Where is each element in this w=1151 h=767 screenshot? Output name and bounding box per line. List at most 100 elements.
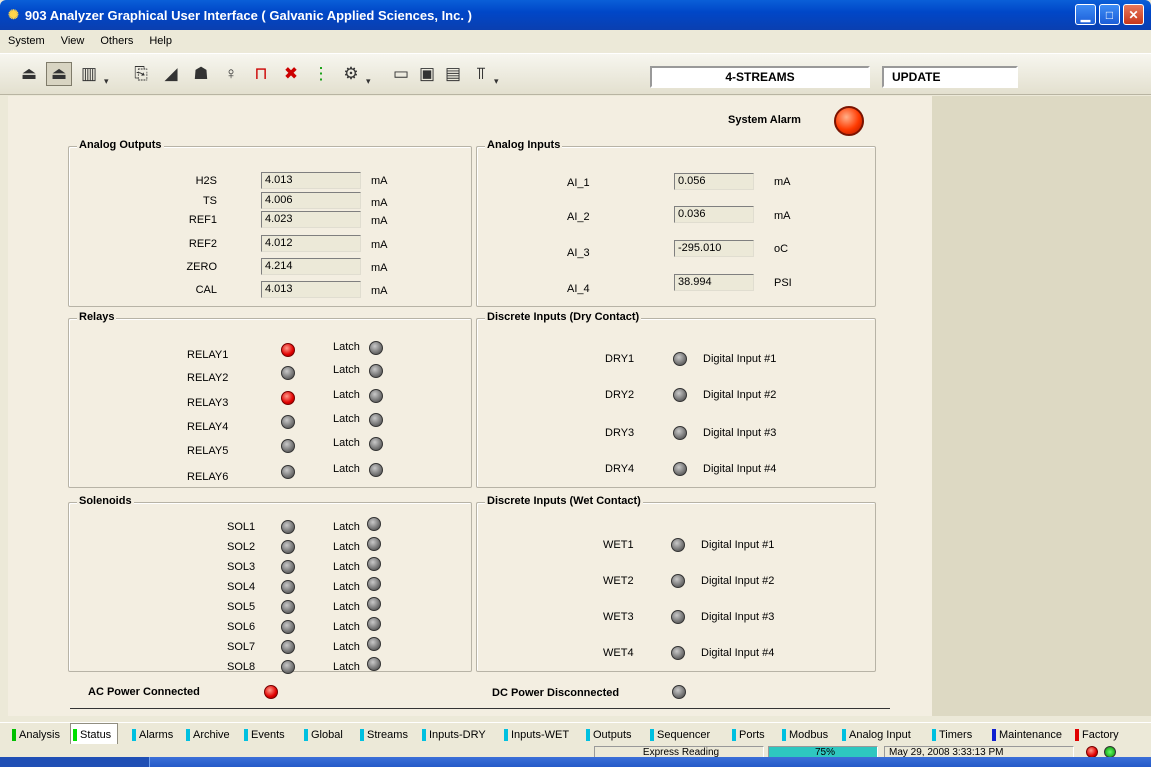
- save-icon[interactable]: ▣: [414, 62, 440, 86]
- relay-indicator: [281, 439, 295, 453]
- dry-input-indicator: [673, 426, 687, 440]
- latch-toggle[interactable]: [367, 537, 381, 551]
- menu-others[interactable]: Others: [98, 34, 135, 48]
- latch-toggle[interactable]: [367, 577, 381, 591]
- relay-name: RELAY6: [187, 471, 229, 483]
- minimize-button[interactable]: ▁: [1075, 4, 1096, 25]
- tab-color-marker: [842, 728, 846, 741]
- tab-label: Modbus: [789, 728, 829, 741]
- tab-alarms[interactable]: Alarms: [130, 725, 173, 744]
- tab-label: Factory: [1082, 728, 1119, 741]
- analog-outputs-group: Analog Outputs H2S 4.013 mA TS 4.006 mA …: [68, 139, 472, 307]
- analog-output-value: 4.023: [261, 211, 361, 228]
- tab-color-marker: [186, 728, 190, 741]
- latch-toggle[interactable]: [367, 557, 381, 571]
- analyzer-icon[interactable]: ⏏: [16, 62, 42, 86]
- toolbar-overflow-icon-2[interactable]: ▾: [366, 76, 371, 87]
- latch-toggle[interactable]: [367, 617, 381, 631]
- tab-analog-input[interactable]: Analog Input: [840, 725, 911, 744]
- latch-toggle[interactable]: [369, 341, 383, 355]
- tab-label: Inputs-WET: [511, 728, 570, 741]
- service-icon[interactable]: ⚙: [338, 62, 364, 86]
- latch-toggle[interactable]: [369, 389, 383, 403]
- maximize-button[interactable]: □: [1099, 4, 1120, 25]
- latch-toggle[interactable]: [369, 364, 383, 378]
- ac-power-indicator: [264, 685, 278, 699]
- tab-sequencer[interactable]: Sequencer: [648, 725, 710, 744]
- tab-archive[interactable]: Archive: [184, 725, 230, 744]
- analog-output-name: H2S: [195, 175, 217, 187]
- latch-toggle[interactable]: [367, 637, 381, 651]
- tab-color-marker: [992, 728, 996, 741]
- latch-label: Latch: [333, 389, 360, 401]
- users-icon[interactable]: ☗: [188, 62, 214, 86]
- analog-input-value: 0.036: [674, 206, 754, 223]
- latch-label: Latch: [333, 437, 360, 449]
- tab-streams[interactable]: Streams: [358, 725, 408, 744]
- wet-input-desc: Digital Input #3: [701, 611, 775, 623]
- tab-analysis[interactable]: Analysis: [10, 725, 60, 744]
- menu-help[interactable]: Help: [147, 34, 174, 48]
- latch-toggle[interactable]: [367, 597, 381, 611]
- traffic-light-icon[interactable]: ⋮: [308, 62, 334, 86]
- analog-input-value: 0.056: [674, 173, 754, 190]
- tab-factory[interactable]: Factory: [1073, 725, 1119, 744]
- tab-inputs-dry[interactable]: Inputs-DRY: [420, 725, 486, 744]
- tab-outputs[interactable]: Outputs: [584, 725, 632, 744]
- system-alarm-indicator: [834, 106, 864, 136]
- tab-color-marker: [360, 728, 364, 741]
- tab-modbus[interactable]: Modbus: [780, 725, 828, 744]
- rack-icon[interactable]: ▥: [76, 62, 102, 86]
- close-button[interactable]: ✕: [1123, 4, 1144, 25]
- analyzer-pressed-icon[interactable]: ⏏: [46, 62, 72, 86]
- tab-bar: Analysis Status Alarms Archive Events Global S…: [0, 722, 1151, 745]
- dry-input-name: DRY1: [605, 353, 635, 365]
- relay-indicator: [281, 415, 295, 429]
- latch-toggle[interactable]: [367, 517, 381, 531]
- tab-label: Maintenance: [999, 728, 1062, 741]
- tab-events[interactable]: Events: [242, 725, 285, 744]
- latch-toggle[interactable]: [369, 437, 383, 451]
- latch-toggle[interactable]: [369, 413, 383, 427]
- latch-toggle[interactable]: [367, 657, 381, 671]
- open-folder-icon[interactable]: ▭: [388, 62, 414, 86]
- tab-global[interactable]: Global: [302, 725, 343, 744]
- toolbar-overflow-icon-3[interactable]: ▾: [494, 76, 499, 87]
- ramp-icon[interactable]: ◢: [158, 62, 184, 86]
- analog-output-name: REF1: [188, 214, 217, 226]
- analog-input-unit: mA: [774, 176, 791, 188]
- menu-system[interactable]: System: [6, 34, 47, 48]
- chart-icon[interactable]: ⫪: [468, 62, 494, 86]
- analog-output-unit: mA: [371, 285, 388, 297]
- analog-outputs-title: Analog Outputs: [77, 139, 164, 151]
- taskbar-button[interactable]: [0, 757, 150, 767]
- latch-label: Latch: [333, 341, 360, 353]
- wet-input-name: WET2: [603, 575, 634, 587]
- lock-icon[interactable]: ⊓: [248, 62, 274, 86]
- wet-inputs-title: Discrete Inputs (Wet Contact): [485, 495, 643, 507]
- menu-bar: System View Others Help: [0, 30, 1151, 52]
- latch-label: Latch: [333, 641, 360, 653]
- menu-view[interactable]: View: [59, 34, 87, 48]
- latch-toggle[interactable]: [369, 463, 383, 477]
- save-as-icon[interactable]: ▤: [440, 62, 466, 86]
- latch-label: Latch: [333, 541, 360, 553]
- tab-ports[interactable]: Ports: [730, 725, 765, 744]
- wet-input-indicator: [671, 538, 685, 552]
- toolbar-overflow-icon[interactable]: ▾: [104, 76, 109, 87]
- tab-status[interactable]: Status: [70, 723, 119, 745]
- update-display[interactable]: UPDATE: [882, 66, 1018, 88]
- tab-color-marker: [73, 728, 77, 741]
- tab-label: Alarms: [139, 728, 174, 741]
- tab-timers[interactable]: Timers: [930, 725, 972, 744]
- wet-input-name: WET1: [603, 539, 634, 551]
- ac-power-label: AC Power Connected: [88, 686, 200, 698]
- tab-inputs-wet[interactable]: Inputs-WET: [502, 725, 569, 744]
- analog-output-unit: mA: [371, 197, 388, 209]
- lamp-icon[interactable]: ♀: [218, 62, 244, 86]
- tab-label: Global: [311, 728, 343, 741]
- network-icon[interactable]: ⎘: [128, 62, 154, 86]
- title-bar: ✺ 903 Analyzer Graphical User Interface …: [0, 0, 1151, 30]
- tab-maintenance[interactable]: Maintenance: [990, 725, 1062, 744]
- cancel-x-icon[interactable]: ✖: [278, 62, 304, 86]
